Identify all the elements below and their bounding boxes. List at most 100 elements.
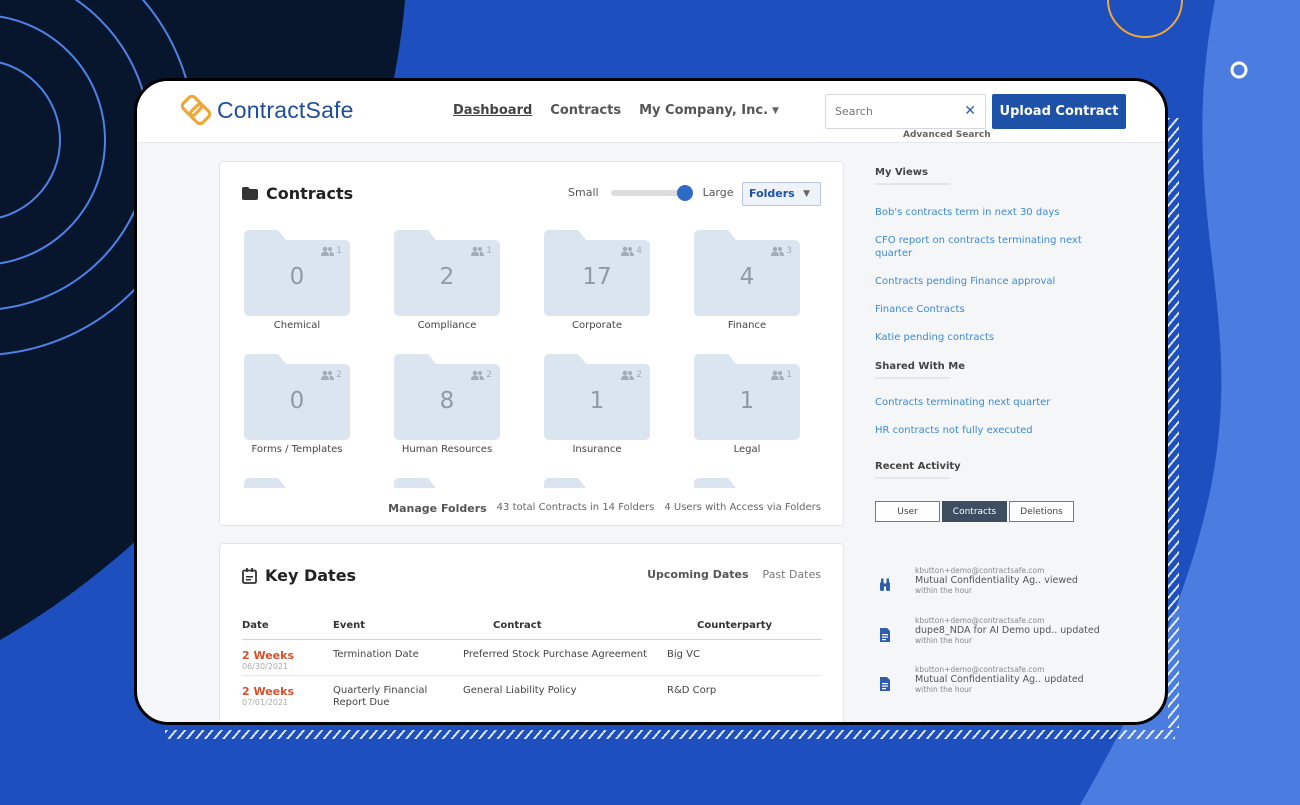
slider-knob[interactable]	[676, 184, 693, 201]
activity-time: within the hour	[915, 636, 973, 645]
my-views-heading: My Views	[875, 167, 928, 178]
table-row[interactable]: 2 Weeks 06/30/2021 Termination Date Pref…	[242, 639, 822, 676]
app-window: ContractSafe Dashboard Contracts My Comp…	[134, 78, 1168, 725]
activity-item[interactable]: kbutton+demo@contractsafe.com dupe8_NDA …	[875, 616, 1115, 661]
folder-name: Finance	[727, 320, 767, 331]
contractsafe-logo-icon	[181, 95, 211, 125]
search-input[interactable]	[826, 95, 956, 128]
due-date: 07/01/2021	[242, 697, 289, 707]
folder-user-count: 1	[786, 370, 792, 380]
users-icon	[771, 246, 785, 256]
contract-link[interactable]: Preferred Stock Purchase Agreement	[463, 639, 667, 676]
date-cell: 2 Weeks 07/01/2021	[242, 675, 333, 712]
main-nav: Dashboard Contracts My Company, Inc. ▼	[453, 103, 779, 118]
due-date: 06/30/2021	[242, 662, 289, 672]
logo-text: ContractSafe	[217, 96, 354, 123]
folder-tile[interactable]: 17 4 Corporate	[544, 230, 650, 340]
activity-email: kbutton+demo@contractsafe.com	[915, 616, 1045, 625]
folder-tile[interactable]: 8 2 Human Resources	[394, 354, 500, 464]
my-view-link[interactable]: Bob's contracts term in next 30 days	[875, 206, 1110, 219]
folder-count: 2	[439, 264, 455, 290]
users-icon	[471, 370, 485, 380]
activity-item[interactable]: kbutton+demo@contractsafe.com Mutual Con…	[875, 665, 1115, 710]
my-view-link[interactable]: Katie pending contracts	[875, 331, 1110, 344]
folder-tile[interactable]: 2 1 Compliance	[394, 230, 500, 340]
manage-folders-link[interactable]: Manage Folders	[388, 502, 487, 515]
advanced-search-link[interactable]: Advanced Search	[903, 130, 991, 140]
chevron-down-icon: ▼	[803, 189, 810, 199]
activity-email: kbutton+demo@contractsafe.com	[915, 665, 1045, 674]
folder-name: Chemical	[273, 320, 321, 331]
folder-users: 2	[321, 370, 342, 380]
chevron-down-icon: ▼	[772, 105, 779, 116]
column-header-contract: Contract	[463, 620, 667, 640]
folder-users: 2	[621, 370, 642, 380]
my-view-link[interactable]: Contracts pending Finance approval	[875, 275, 1110, 288]
date-cell: 2 Weeks 06/30/2021	[242, 639, 333, 676]
folder-tile[interactable]: 0 2 Forms / Templates	[244, 354, 350, 464]
folder-size-slider[interactable]	[610, 184, 693, 201]
column-header-event: Event	[333, 620, 463, 640]
column-header-date: Date	[242, 620, 333, 640]
folder-tile[interactable]: 1 2 Insurance	[544, 354, 650, 464]
folder-icon[interactable]	[694, 478, 800, 488]
document-icon	[880, 628, 890, 642]
my-view-link[interactable]: CFO report on contracts terminating next…	[875, 234, 1110, 260]
folder-size-control: Small Large	[568, 184, 734, 201]
key-dates-panel: Key Dates Upcoming Dates Past Dates Date…	[219, 543, 844, 722]
activity-description: Mutual Confidentiality Ag.. updated	[915, 674, 1084, 685]
view-mode-value: Folders	[749, 187, 795, 200]
table-row[interactable]: 2 Weeks 07/01/2021 Quarterly Financial R…	[242, 675, 822, 712]
activity-item[interactable]: kbutton+demo@contractsafe.com Mutual Con…	[875, 566, 1115, 611]
hatch-decoration-bottom	[165, 730, 1175, 739]
divider	[875, 477, 950, 479]
contract-link[interactable]: General Liability Policy	[463, 675, 667, 712]
folder-user-count: 2	[336, 370, 342, 380]
users-icon	[321, 246, 335, 256]
view-mode-select[interactable]: Folders ▼	[742, 182, 821, 206]
my-view-link[interactable]: Finance Contracts	[875, 303, 1110, 316]
counterparty-cell: R&D Corp	[667, 684, 717, 696]
shared-view-link[interactable]: Contracts terminating next quarter	[875, 396, 1110, 409]
due-label: 2 Weeks	[242, 649, 295, 662]
divider	[875, 183, 950, 185]
search-box: ✕	[825, 94, 986, 129]
folder-name: Human Resources	[401, 444, 493, 455]
company-dropdown[interactable]: My Company, Inc. ▼	[639, 103, 779, 118]
folder-user-count: 1	[336, 246, 342, 256]
hatch-decoration-right	[1168, 118, 1179, 728]
folder-icon[interactable]	[544, 478, 650, 488]
folder-count: 8	[439, 388, 455, 414]
folder-user-count: 1	[486, 246, 492, 256]
tab-past-dates[interactable]: Past Dates	[763, 568, 821, 581]
users-icon	[471, 246, 485, 256]
activity-description: dupe8_NDA for AI Demo upd.. updated	[915, 625, 1100, 636]
logo[interactable]: ContractSafe	[181, 95, 354, 125]
nav-dashboard[interactable]: Dashboard	[453, 103, 532, 118]
binoculars-icon	[880, 578, 890, 591]
folder-users: 1	[771, 370, 792, 380]
upload-contract-button[interactable]: Upload Contract	[992, 94, 1126, 129]
tab-upcoming-dates[interactable]: Upcoming Dates	[647, 568, 748, 581]
folder-count: 1	[739, 388, 755, 414]
shared-view-link[interactable]: HR contracts not fully executed	[875, 424, 1110, 437]
folder-count: 0	[289, 264, 305, 290]
contracts-panel: Contracts Small Large Folders ▼ 0 1 Chem…	[219, 161, 844, 526]
folder-tile[interactable]: 0 1 Chemical	[244, 230, 350, 340]
folder-tile[interactable]: 1 1 Legal	[694, 354, 800, 464]
counterparty-cell: Big VC	[667, 639, 822, 676]
folder-tile[interactable]: 4 3 Finance	[694, 230, 800, 340]
contracts-title-text: Contracts	[266, 184, 354, 203]
column-header-counterparty: Counterparty	[667, 620, 822, 640]
folder-user-count: 2	[636, 370, 642, 380]
tab-contracts[interactable]: Contracts	[942, 501, 1007, 522]
folder-icon[interactable]	[394, 478, 500, 488]
clear-search-icon[interactable]: ✕	[964, 103, 976, 119]
company-name: My Company, Inc.	[639, 103, 769, 118]
tab-user[interactable]: User	[875, 501, 940, 522]
tab-deletions[interactable]: Deletions	[1009, 501, 1074, 522]
nav-contracts[interactable]: Contracts	[550, 103, 621, 118]
activity-tabs: User Contracts Deletions	[875, 501, 1076, 522]
folder-icon[interactable]	[244, 478, 350, 488]
document-icon	[880, 677, 890, 691]
